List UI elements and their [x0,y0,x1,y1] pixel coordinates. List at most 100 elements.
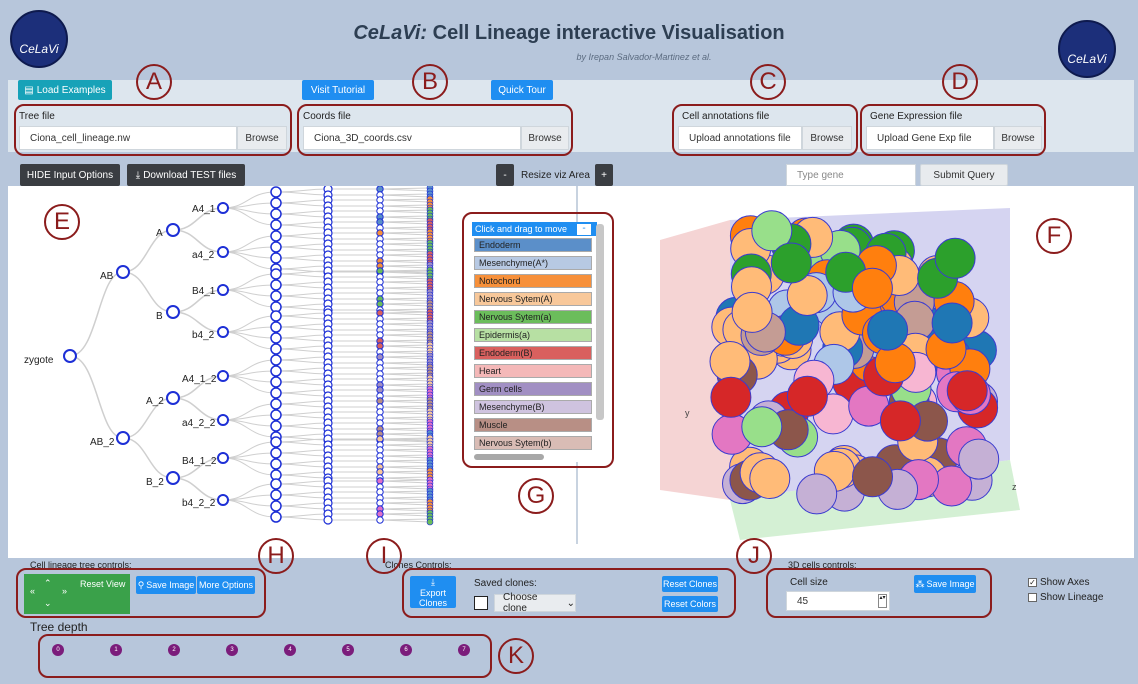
tree-node[interactable] [376,196,384,204]
tree-node[interactable] [270,354,282,366]
cell-sphere[interactable] [946,370,988,412]
tree-node[interactable] [270,500,282,512]
tree-node[interactable] [217,414,229,426]
tree-node[interactable] [217,326,229,338]
tree-node[interactable] [376,386,384,394]
tree-node[interactable] [270,268,282,280]
tree-node[interactable] [217,452,229,464]
load-examples-button[interactable]: ▤ Load Examples [18,80,112,100]
submit-query-button[interactable]: Submit Query [920,164,1008,186]
tree-node[interactable] [166,223,180,237]
tree-node[interactable] [270,230,282,242]
tree-node[interactable] [376,207,384,215]
tree-node[interactable] [376,331,384,339]
cell-sphere[interactable] [958,438,1000,480]
tree-node[interactable] [166,305,180,319]
tree-node[interactable] [270,409,282,421]
tree-node[interactable] [270,343,282,355]
tree-node[interactable] [376,251,384,259]
cells-3d-plot[interactable]: y x z [640,200,1030,540]
tree-node[interactable] [217,284,229,296]
tree-node[interactable] [376,516,384,524]
tree-node[interactable] [376,240,384,248]
tree-node[interactable] [376,229,384,237]
tree-node[interactable] [376,468,384,476]
tree-node[interactable] [270,310,282,322]
cell-sphere[interactable] [934,237,976,279]
tree-node[interactable] [376,309,384,317]
tree-node[interactable] [217,494,229,506]
tree-node[interactable] [270,290,282,302]
show-axes-checkbox[interactable]: ✓ [1028,578,1037,587]
tree-node[interactable] [270,436,282,448]
show-axes-toggle[interactable]: ✓ Show Axes [1028,577,1089,588]
gene-search-input[interactable]: Type gene [786,164,916,186]
tree-node[interactable] [376,375,384,383]
grow-viz-button[interactable]: + [595,164,613,186]
tree-node[interactable] [217,246,229,258]
tree-node[interactable] [376,342,384,350]
tree-node[interactable] [376,186,384,193]
tree-node[interactable] [270,420,282,432]
cell-sphere[interactable] [852,456,893,498]
show-lineage-toggle[interactable]: Show Lineage [1028,592,1103,603]
tree-node[interactable] [270,252,282,264]
tree-node[interactable] [270,511,282,523]
cell-sphere[interactable] [710,376,752,418]
tree-node[interactable] [376,320,384,328]
tree-node[interactable] [270,241,282,253]
tree-node[interactable] [270,197,282,209]
tree-node[interactable] [270,321,282,333]
show-lineage-checkbox[interactable] [1028,593,1037,602]
tree-node[interactable] [376,510,384,518]
tree-node[interactable] [166,471,180,485]
tree-node[interactable] [270,279,282,291]
cell-sphere[interactable] [931,302,973,344]
cell-sphere[interactable] [709,341,751,382]
tree-node[interactable] [376,435,384,443]
tree-leaf[interactable] [426,518,434,526]
tree-node[interactable] [270,376,282,388]
cell-sphere[interactable] [731,291,773,333]
tree-node[interactable] [376,499,384,507]
tree-node[interactable] [376,397,384,405]
tree-node[interactable] [270,387,282,399]
cell-sphere[interactable] [786,375,828,417]
tree-node[interactable] [376,488,384,496]
tree-node[interactable] [270,447,282,459]
tree-node[interactable] [63,349,77,363]
tree-node[interactable] [376,218,384,226]
tree-node[interactable] [270,332,282,344]
tree-node[interactable] [376,457,384,465]
tree-node[interactable] [270,489,282,501]
tree-node[interactable] [376,419,384,427]
tree-node[interactable] [270,478,282,490]
tree-node[interactable] [376,477,384,485]
tree-node[interactable] [217,202,229,214]
tree-node[interactable] [376,364,384,372]
cell-sphere[interactable] [741,406,783,448]
tree-node[interactable] [376,353,384,361]
cell-sphere[interactable] [770,242,812,284]
tree-node[interactable] [270,219,282,231]
tree-node[interactable] [270,458,282,470]
tree-node[interactable] [270,208,282,220]
download-test-files-button[interactable]: ⤓ Download TEST files [127,164,245,186]
tree-node[interactable] [376,267,384,275]
cell-sphere[interactable] [851,267,893,309]
tree-node[interactable] [376,446,384,454]
cell-sphere[interactable] [879,400,921,442]
tree-node[interactable] [166,391,180,405]
tree-node[interactable] [376,278,384,286]
tree-node[interactable] [217,370,229,382]
tree-node[interactable] [116,265,130,279]
tree-node[interactable] [376,300,384,308]
tree-node[interactable] [323,515,333,525]
tree-node[interactable] [116,431,130,445]
shrink-viz-button[interactable]: - [496,164,514,186]
cell-sphere[interactable] [749,458,791,499]
tree-node[interactable] [376,289,384,297]
visit-tutorial-button[interactable]: Visit Tutorial [302,80,374,100]
tree-node[interactable] [270,186,282,198]
tree-node[interactable] [376,408,384,416]
